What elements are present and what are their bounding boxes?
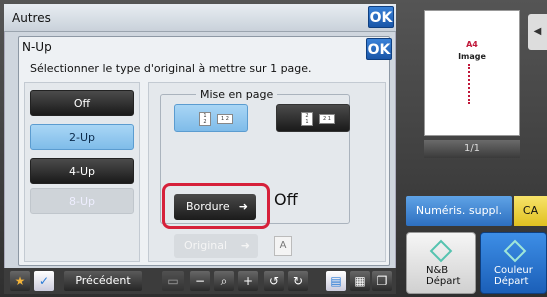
page-icon: 2 1: [319, 114, 335, 124]
zoom-in-icon[interactable]: +: [238, 271, 258, 291]
collapse-arrow-icon[interactable]: ◀: [528, 14, 547, 50]
previous-button[interactable]: Précédent: [64, 271, 142, 291]
page-number: 2: [323, 116, 327, 122]
nup-2up-button[interactable]: 2-Up: [30, 124, 134, 150]
page-number: 1: [221, 116, 225, 122]
start-diamond-icon: [503, 239, 527, 263]
outer-dialog-title: Autres: [4, 4, 396, 32]
grid-view-icon[interactable]: ▦: [350, 271, 370, 291]
rotate-left-icon[interactable]: ↺: [264, 271, 284, 291]
border-value: Off: [274, 190, 298, 209]
extra-scan-button[interactable]: Numéris. suppl.: [406, 196, 512, 226]
page-number: 1: [327, 116, 331, 122]
star-icon[interactable]: ★: [10, 271, 30, 291]
arrow-right-icon: ➜: [238, 200, 248, 213]
thumbnail-icon[interactable]: ▭: [162, 271, 184, 291]
original-orientation-button[interactable]: A: [274, 236, 292, 256]
bw-start-label: N&B Départ: [426, 265, 460, 287]
layout-label: Mise en page: [196, 88, 278, 101]
page-icon: 21: [301, 112, 313, 126]
layout-option-right-to-left[interactable]: 21 2 1: [276, 104, 350, 132]
nup-4up-button[interactable]: 4-Up: [30, 158, 134, 184]
color-label: Couleur: [494, 265, 533, 276]
nup-dialog-title: N-Up: [22, 40, 52, 54]
original-button-label: Original: [184, 239, 228, 252]
page-icon: 1 2: [217, 114, 233, 124]
page-number: 1: [305, 119, 309, 125]
preview-paper-size: A4: [466, 40, 478, 49]
rotate-right-icon[interactable]: ↻: [288, 271, 308, 291]
bw-label: N&B: [426, 265, 449, 276]
search-icon[interactable]: ⌕: [214, 271, 234, 291]
copy-view-icon[interactable]: ❐: [372, 271, 392, 291]
nup-8up-button[interactable]: 8-Up: [30, 188, 134, 214]
arrow-right-icon: ➜: [240, 239, 250, 252]
layout-option-left-to-right[interactable]: 12 1 2: [174, 104, 248, 132]
page-number: 2: [203, 119, 207, 125]
page-counter: 1/1: [424, 140, 520, 158]
preview-divider: [468, 64, 470, 104]
start-diamond-icon: [429, 239, 453, 263]
single-page-view-icon[interactable]: ▤: [326, 271, 346, 291]
original-button[interactable]: Original ➜: [174, 234, 258, 258]
border-button-label: Bordure: [186, 200, 230, 213]
nup-ok-button[interactable]: OK: [366, 38, 392, 60]
nup-off-button[interactable]: Off: [30, 90, 134, 116]
preview-page: [424, 10, 520, 136]
color-start-text: Départ: [494, 276, 529, 287]
checkmark-icon[interactable]: ✓: [34, 271, 54, 291]
page-icon: 12: [199, 112, 211, 126]
preview-caption: Image: [458, 52, 486, 61]
border-button[interactable]: Bordure ➜: [174, 194, 256, 220]
page-number: 2: [225, 116, 229, 122]
nup-instruction: Sélectionner le type d'original à mettre…: [30, 62, 312, 75]
bw-start-text: Départ: [426, 276, 461, 287]
clear-all-button[interactable]: CA: [514, 196, 547, 226]
zoom-out-icon[interactable]: −: [190, 271, 210, 291]
color-start-label: Couleur Départ: [494, 265, 533, 287]
outer-ok-button[interactable]: OK: [368, 6, 394, 28]
